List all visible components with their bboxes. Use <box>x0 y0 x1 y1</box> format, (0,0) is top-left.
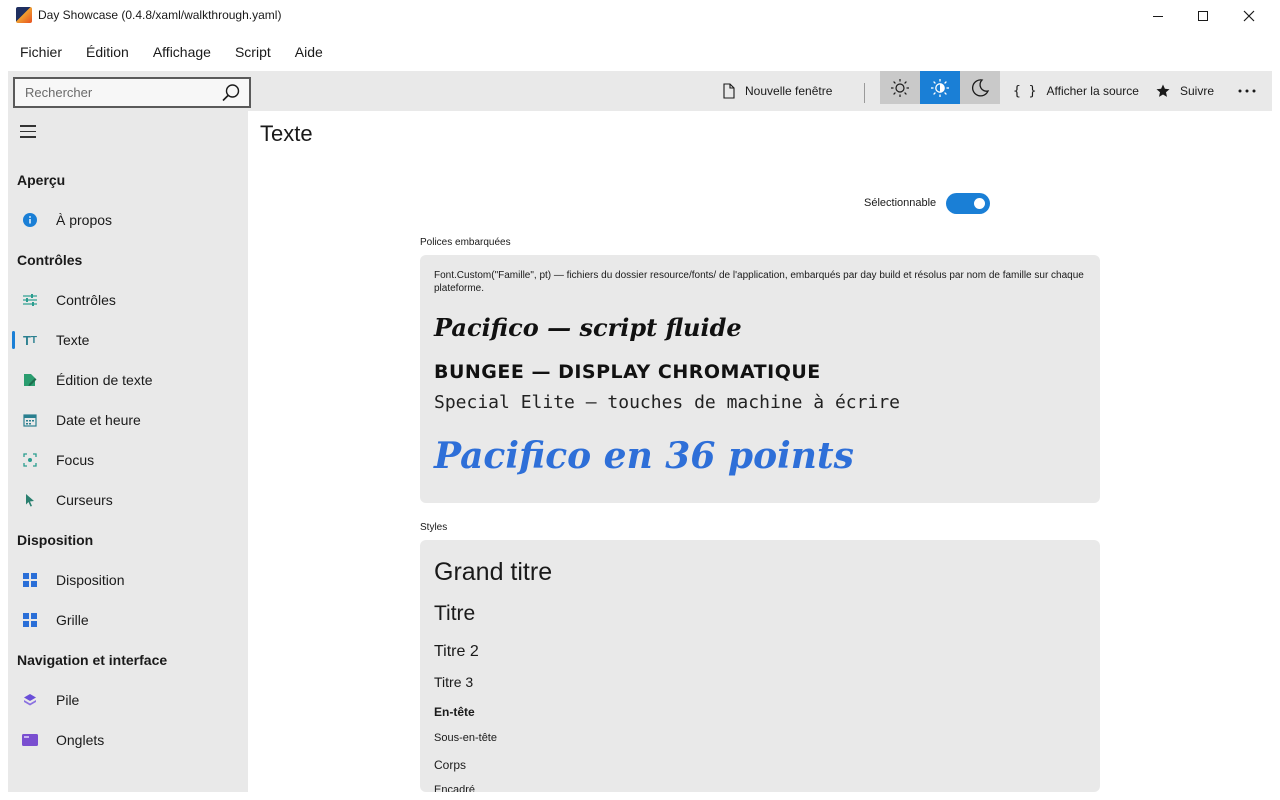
app-logo-icon <box>16 7 32 23</box>
grid-icon <box>22 612 38 628</box>
pacifico-36-sample: Pacifico en 36 points <box>434 435 854 477</box>
sidebar-item-label: Focus <box>56 452 95 468</box>
special-elite-sample: Special Elite — touches de machine à écr… <box>434 392 900 413</box>
sliders-icon <box>22 292 38 308</box>
tabs-icon <box>22 732 38 748</box>
active-indicator <box>12 331 15 349</box>
sidebar-item-pile[interactable]: Pile <box>8 682 248 718</box>
calendar-icon <box>22 412 38 428</box>
info-icon <box>22 212 38 228</box>
style-corps: Corps <box>434 758 467 772</box>
style-titre-2: Titre 2 <box>434 643 479 660</box>
sidebar-item-a-propos[interactable]: À propos <box>8 202 248 238</box>
sidebar-item-disposition[interactable]: Disposition <box>8 562 248 598</box>
search-placeholder: Rechercher <box>25 85 93 100</box>
cursor-icon <box>22 492 38 508</box>
style-sous-en-tete: Sous-en-tête <box>434 732 497 744</box>
embedded-fonts-card: Font.Custom("Famille", pt) — fichiers du… <box>420 255 1100 503</box>
sun-icon <box>891 78 909 97</box>
sidebar-item-label: Disposition <box>56 572 125 588</box>
section-controles: Contrôles <box>17 252 83 268</box>
sidebar-item-label: Pile <box>56 692 80 708</box>
more-options-button[interactable] <box>1238 71 1256 111</box>
sidebar-item-label: Contrôles <box>56 292 116 308</box>
sidebar-item-label: Date et heure <box>56 412 141 428</box>
menu-edition[interactable]: Édition <box>74 38 141 66</box>
sidebar-item-label: À propos <box>56 212 113 228</box>
sidebar-item-label: Grille <box>56 612 89 628</box>
sidebar-item-curseurs[interactable]: Curseurs <box>8 482 248 518</box>
follow-button[interactable]: Suivre <box>1156 71 1214 111</box>
menu-script[interactable]: Script <box>223 38 283 66</box>
theme-auto-button[interactable] <box>920 71 960 104</box>
selectable-toggle[interactable] <box>946 193 990 214</box>
style-encadre: Encadré <box>434 784 475 792</box>
page-title: Texte <box>260 121 313 146</box>
sidebar-item-controles[interactable]: Contrôles <box>8 282 248 318</box>
sidebar-item-label: Édition de texte <box>56 372 153 388</box>
follow-label: Suivre <box>1180 84 1215 98</box>
menu-fichier[interactable]: Fichier <box>8 38 74 66</box>
sidebar-item-focus[interactable]: Focus <box>8 442 248 478</box>
sidebar-item-label: Texte <box>56 332 90 348</box>
title-bar: Day Showcase (0.4.8/xaml/walkthrough.yam… <box>0 0 1280 32</box>
close-button[interactable] <box>1226 0 1272 32</box>
sidebar-item-edition-de-texte[interactable]: Édition de texte <box>8 362 248 398</box>
stack-icon <box>22 692 38 708</box>
minimize-button[interactable] <box>1135 0 1181 32</box>
pacifico-sample: Pacifico — script fluide <box>434 313 742 342</box>
style-grand-titre: Grand titre <box>434 558 553 586</box>
moon-icon <box>971 78 990 97</box>
styles-card: Grand titre Titre Titre 2 Titre 3 En-têt… <box>420 540 1100 792</box>
section-disposition: Disposition <box>17 532 94 548</box>
sidebar-item-date-et-heure[interactable]: Date et heure <box>8 402 248 438</box>
focus-icon <box>22 452 38 468</box>
sidebar-item-texte[interactable]: TT Texte <box>8 322 248 358</box>
view-source-label: Afficher la source <box>1046 84 1139 98</box>
close-icon <box>1243 10 1255 22</box>
minimize-icon <box>1153 15 1163 17</box>
maximize-button[interactable] <box>1180 0 1226 32</box>
document-icon <box>723 83 735 99</box>
toolbar: Rechercher Nouvelle fenêtre { } Afficher… <box>8 71 1272 111</box>
brightness-auto-icon <box>931 78 949 97</box>
braces-icon: { } <box>1013 83 1037 99</box>
new-window-button[interactable]: Nouvelle fenêtre <box>723 71 832 111</box>
toggle-knob <box>974 198 985 209</box>
sidebar: Aperçu À propos Contrôles Contrôles TT T… <box>8 111 248 792</box>
layout-icon <box>22 572 38 588</box>
view-source-button[interactable]: { } Afficher la source <box>1013 71 1139 111</box>
menu-bar: Fichier Édition Affichage Script Aide <box>0 36 335 68</box>
sidebar-item-label: Curseurs <box>56 492 113 508</box>
sidebar-item-onglets[interactable]: Onglets <box>8 722 248 758</box>
sidebar-item-label: Onglets <box>56 732 105 748</box>
window-title: Day Showcase (0.4.8/xaml/walkthrough.yam… <box>38 8 282 22</box>
more-icon <box>1238 89 1256 93</box>
text-icon: TT <box>22 332 38 348</box>
style-titre: Titre <box>434 602 476 625</box>
toolbar-divider <box>864 83 865 103</box>
menu-aide[interactable]: Aide <box>283 38 335 66</box>
theme-light-button[interactable] <box>880 71 920 104</box>
search-icon[interactable] <box>221 83 241 103</box>
selectable-label: Sélectionnable <box>864 197 937 209</box>
maximize-icon <box>1198 11 1208 21</box>
section-apercu: Aperçu <box>17 172 66 188</box>
bungee-sample: BUNGEE — DISPLAY CHROMATIQUE <box>434 361 821 383</box>
hamburger-menu-icon[interactable] <box>20 125 36 142</box>
sidebar-item-grille[interactable]: Grille <box>8 602 248 638</box>
section-navigation-et-interface: Navigation et interface <box>17 652 168 668</box>
search-input[interactable]: Rechercher <box>13 77 251 108</box>
edit-document-icon <box>22 372 38 388</box>
style-titre-3: Titre 3 <box>434 674 474 690</box>
menu-affichage[interactable]: Affichage <box>141 38 223 66</box>
new-window-label: Nouvelle fenêtre <box>745 84 833 98</box>
fonts-section-caption: Polices embarquées <box>420 237 511 248</box>
fonts-description: Font.Custom("Famille", pt) — fichiers du… <box>434 270 1084 294</box>
theme-dark-button[interactable] <box>960 71 1000 104</box>
styles-section-caption: Styles <box>420 522 448 533</box>
star-icon <box>1156 84 1170 97</box>
style-en-tete: En-tête <box>434 705 475 719</box>
